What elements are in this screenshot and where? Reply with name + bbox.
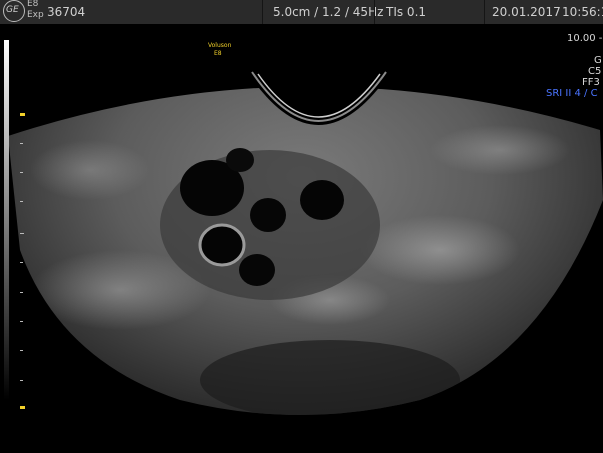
depth-tick	[20, 292, 23, 293]
param-line-3: C5	[588, 66, 602, 77]
depth-tick	[20, 321, 23, 322]
ultrasound-image	[8, 70, 603, 416]
header-segment-settings	[262, 0, 375, 24]
depth-tick	[20, 172, 23, 173]
depth-tick	[20, 380, 23, 381]
grayscale-bar	[4, 40, 9, 400]
header-bar: GE E8 Exp 36704 5.0cm / 1.2 / 45Hz TIs 0…	[0, 0, 603, 24]
focus-marker	[20, 233, 24, 234]
depth-tick	[20, 143, 23, 144]
header-segment-tis	[374, 0, 485, 24]
param-line-1: 10.00 -	[567, 33, 603, 44]
param-line-2: G	[594, 55, 602, 66]
voluson-probe-label: E8	[214, 50, 222, 57]
depth-tick	[20, 201, 23, 202]
depth-tick	[20, 262, 23, 263]
param-line-4: FF3	[582, 77, 600, 88]
exam-date: 20.01.2017	[492, 5, 561, 19]
depth-marker-bottom	[20, 406, 25, 409]
voluson-label: Voluson	[208, 42, 232, 49]
exam-time: 10:56:13	[562, 5, 603, 19]
param-line-5: SRI II 4 / C	[546, 88, 598, 99]
depth-tick	[20, 350, 23, 351]
depth-marker-top	[20, 113, 25, 116]
header-segment-patient	[0, 0, 263, 24]
